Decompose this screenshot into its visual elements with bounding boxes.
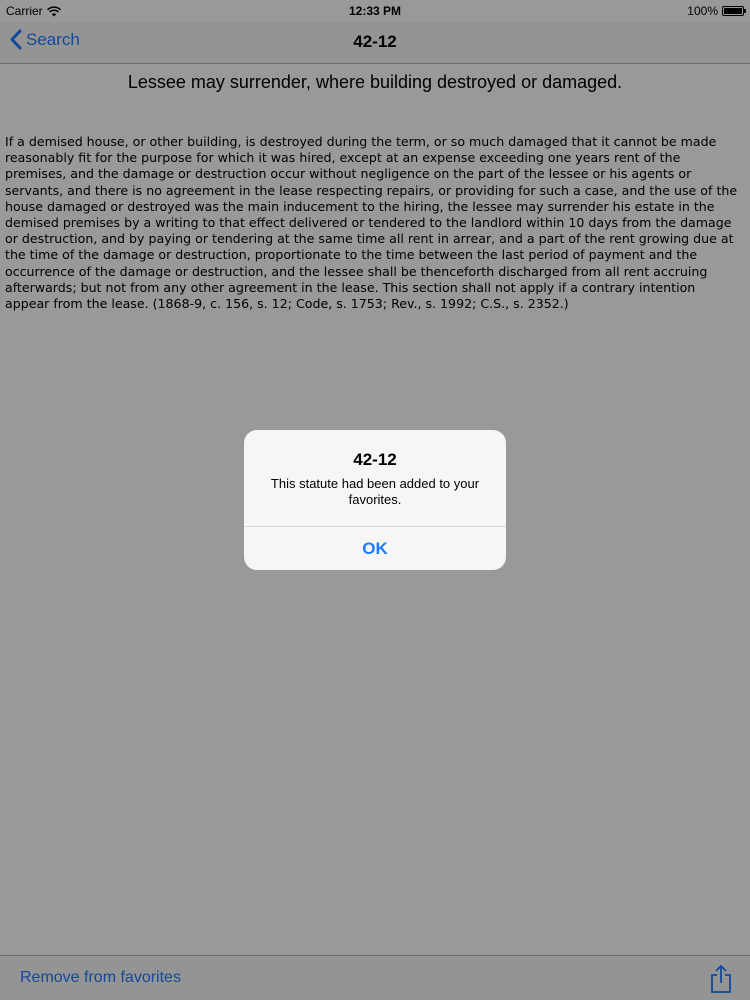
- screen: Carrier 12:33 PM 100% Search 42-12 Lesse…: [0, 0, 750, 1000]
- alert-ok-button[interactable]: OK: [244, 527, 506, 570]
- alert-message: This statute had been added to your favo…: [270, 476, 480, 507]
- alert-title: 42-12: [353, 450, 397, 469]
- favorites-alert: 42-12 This statute had been added to you…: [244, 430, 506, 570]
